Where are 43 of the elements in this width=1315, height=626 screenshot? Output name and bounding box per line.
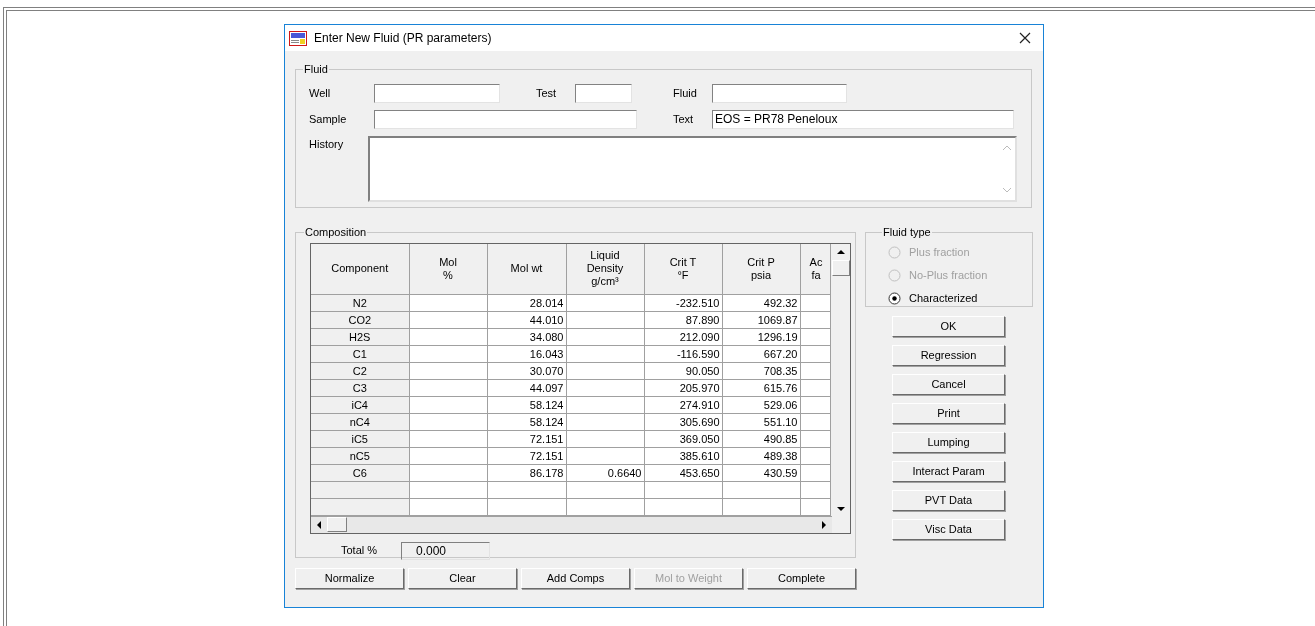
dialog-button[interactable]: Visc Data [892,519,1005,540]
column-header[interactable]: Crit P psia [722,243,800,295]
dialog-button[interactable]: Cancel [892,374,1005,395]
text-field[interactable] [374,83,500,103]
total-field: 0.000 [401,541,490,560]
radio-button[interactable] [888,291,901,305]
dialog-button[interactable]: Print [892,403,1005,424]
group-label: Composition [304,225,368,240]
text-field[interactable] [575,83,632,103]
dialog-button[interactable]: OK [892,316,1005,337]
dialog-button[interactable]: Clear [408,568,517,589]
field-label: Fluid [673,85,698,101]
text-field[interactable] [712,83,847,103]
option-label[interactable]: Characterized [909,289,978,307]
column-header[interactable]: Mol % [409,243,487,295]
scroll-thumb[interactable] [831,259,850,276]
text-field[interactable] [374,109,637,129]
history-text-area[interactable] [368,135,1017,202]
group-label: Fluid [303,62,329,77]
text-field[interactable]: EOS = PR78 Peneloux [712,109,1014,129]
field-label: Text [673,111,695,127]
dialog-button[interactable]: Lumping [892,432,1005,453]
column-header[interactable]: Liquid Density g/cm³ [566,243,644,295]
close-icon[interactable] [1019,32,1031,44]
dialog-button[interactable]: Complete [747,568,856,589]
dialog-button[interactable]: Interact Param [892,461,1005,482]
field-label: Well [309,85,332,101]
column-header[interactable]: Mol wt [487,243,566,295]
app-icon [289,30,307,46]
scroll-thumb[interactable] [327,517,347,532]
field-label: Sample [309,111,348,127]
field-label: Test [536,85,558,101]
group-label: Fluid type [882,225,932,240]
dialog-button[interactable]: Normalize [295,568,404,589]
column-header[interactable]: Crit T °F [644,243,722,295]
vertical-scrollbar[interactable] [830,243,850,517]
dialog-button[interactable]: Regression [892,345,1005,366]
column-header[interactable]: Component [311,243,409,295]
field-label: History [309,136,345,152]
dialog-button[interactable]: PVT Data [892,490,1005,511]
total-label: Total % [341,543,379,559]
dialog-button[interactable]: Add Comps [521,568,630,589]
window-title: Enter New Fluid (PR parameters) [314,30,492,47]
